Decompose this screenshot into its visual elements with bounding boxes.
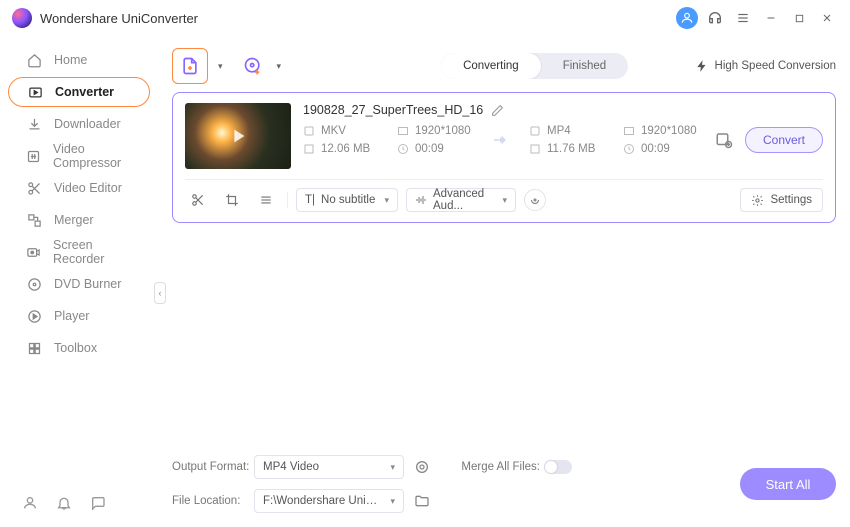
sidebar-label: Toolbox <box>54 341 97 355</box>
sidebar-item-downloader[interactable]: Downloader <box>8 109 150 139</box>
merge-label: Merge All Files: <box>444 461 544 473</box>
recorder-icon <box>26 244 41 260</box>
open-folder-icon[interactable] <box>414 493 444 509</box>
dst-format: MP4 <box>547 125 571 137</box>
format-settings-icon[interactable] <box>414 459 444 475</box>
crop-tool[interactable] <box>219 189 245 211</box>
collapse-sidebar-button[interactable]: ‹ <box>154 282 166 304</box>
lightning-icon <box>695 59 709 73</box>
app-title: Wondershare UniConverter <box>40 11 670 26</box>
src-duration: 00:09 <box>415 143 444 155</box>
item-settings-button[interactable]: Settings <box>740 188 823 212</box>
menu-icon[interactable] <box>732 7 754 29</box>
sidebar-label: Screen Recorder <box>53 238 132 266</box>
arrow-icon <box>489 131 511 149</box>
high-speed-toggle[interactable]: High Speed Conversion <box>695 59 836 73</box>
toolbox-icon <box>26 340 42 356</box>
sidebar-item-recorder[interactable]: Screen Recorder <box>8 237 150 267</box>
gear-icon <box>751 194 764 207</box>
merge-icon <box>26 212 42 228</box>
account-icon[interactable] <box>22 495 38 511</box>
compress-icon <box>26 148 41 164</box>
tab-converting[interactable]: Converting <box>441 53 541 79</box>
download-icon <box>26 116 42 132</box>
info-button[interactable] <box>524 189 546 211</box>
high-speed-label: High Speed Conversion <box>715 60 836 72</box>
minimize-button[interactable] <box>760 7 782 29</box>
sidebar-label: Video Editor <box>54 181 122 195</box>
file-location-select[interactable]: F:\Wondershare UniConverter▾ <box>254 489 404 513</box>
sidebar-item-editor[interactable]: Video Editor <box>8 173 150 203</box>
sidebar-item-home[interactable]: Home <box>8 45 150 75</box>
sidebar-item-merger[interactable]: Merger <box>8 205 150 235</box>
edit-name-icon[interactable] <box>491 104 504 117</box>
user-icon[interactable] <box>676 7 698 29</box>
video-thumbnail[interactable] <box>185 103 291 169</box>
sidebar-item-toolbox[interactable]: Toolbox <box>8 333 150 363</box>
sidebar-label: Home <box>54 53 87 67</box>
audio-select[interactable]: Advanced Aud...▾ <box>406 188 516 212</box>
sidebar-item-player[interactable]: Player <box>8 301 150 331</box>
sidebar-label: Video Compressor <box>53 142 132 170</box>
sidebar-label: DVD Burner <box>54 277 121 291</box>
sidebar-item-compressor[interactable]: Video Compressor <box>8 141 150 171</box>
sidebar-label: Downloader <box>54 117 121 131</box>
audio-icon <box>415 194 427 206</box>
tab-finished[interactable]: Finished <box>541 53 628 79</box>
add-dvd-dropdown[interactable]: ▾ <box>277 61 282 72</box>
notification-icon[interactable] <box>56 495 72 511</box>
sidebar-label: Merger <box>54 213 94 227</box>
play-icon <box>26 308 42 324</box>
trim-tool[interactable] <box>185 189 211 211</box>
sidebar-label: Converter <box>55 85 114 99</box>
sidebar-label: Player <box>54 309 89 323</box>
convert-button[interactable]: Convert <box>745 127 823 153</box>
scissors-icon <box>26 180 42 196</box>
output-format-label: Output Format: <box>172 461 254 473</box>
add-file-dropdown[interactable]: ▾ <box>218 61 223 72</box>
sidebar-item-converter[interactable]: Converter <box>8 77 150 107</box>
maximize-button[interactable] <box>788 7 810 29</box>
close-button[interactable] <box>816 7 838 29</box>
converter-icon <box>27 84 43 100</box>
src-resolution: 1920*1080 <box>415 125 471 137</box>
dvd-icon <box>26 276 42 292</box>
subtitle-select[interactable]: T|No subtitle▾ <box>296 188 398 212</box>
merge-toggle[interactable] <box>544 460 572 474</box>
sidebar-item-dvd[interactable]: DVD Burner <box>8 269 150 299</box>
file-card: 190828_27_SuperTrees_HD_16 MKV 1920*1080… <box>172 92 836 223</box>
dst-duration: 00:09 <box>641 143 670 155</box>
src-format: MKV <box>321 125 346 137</box>
home-icon <box>26 52 42 68</box>
dst-resolution: 1920*1080 <box>641 125 697 137</box>
support-icon[interactable] <box>704 7 726 29</box>
effect-tool[interactable] <box>253 189 279 211</box>
add-file-button[interactable] <box>172 48 208 84</box>
file-name: 190828_27_SuperTrees_HD_16 <box>303 103 483 117</box>
src-size: 12.06 MB <box>321 143 370 155</box>
output-settings-icon[interactable] <box>715 131 733 149</box>
file-location-label: File Location: <box>172 495 254 507</box>
feedback-icon[interactable] <box>90 495 106 511</box>
subtitle-icon: T| <box>305 194 315 206</box>
app-logo <box>12 8 32 28</box>
output-format-select[interactable]: MP4 Video▾ <box>254 455 404 479</box>
start-all-button[interactable]: Start All <box>740 468 836 500</box>
add-dvd-button[interactable] <box>239 52 267 80</box>
dst-size: 11.76 MB <box>547 143 595 155</box>
